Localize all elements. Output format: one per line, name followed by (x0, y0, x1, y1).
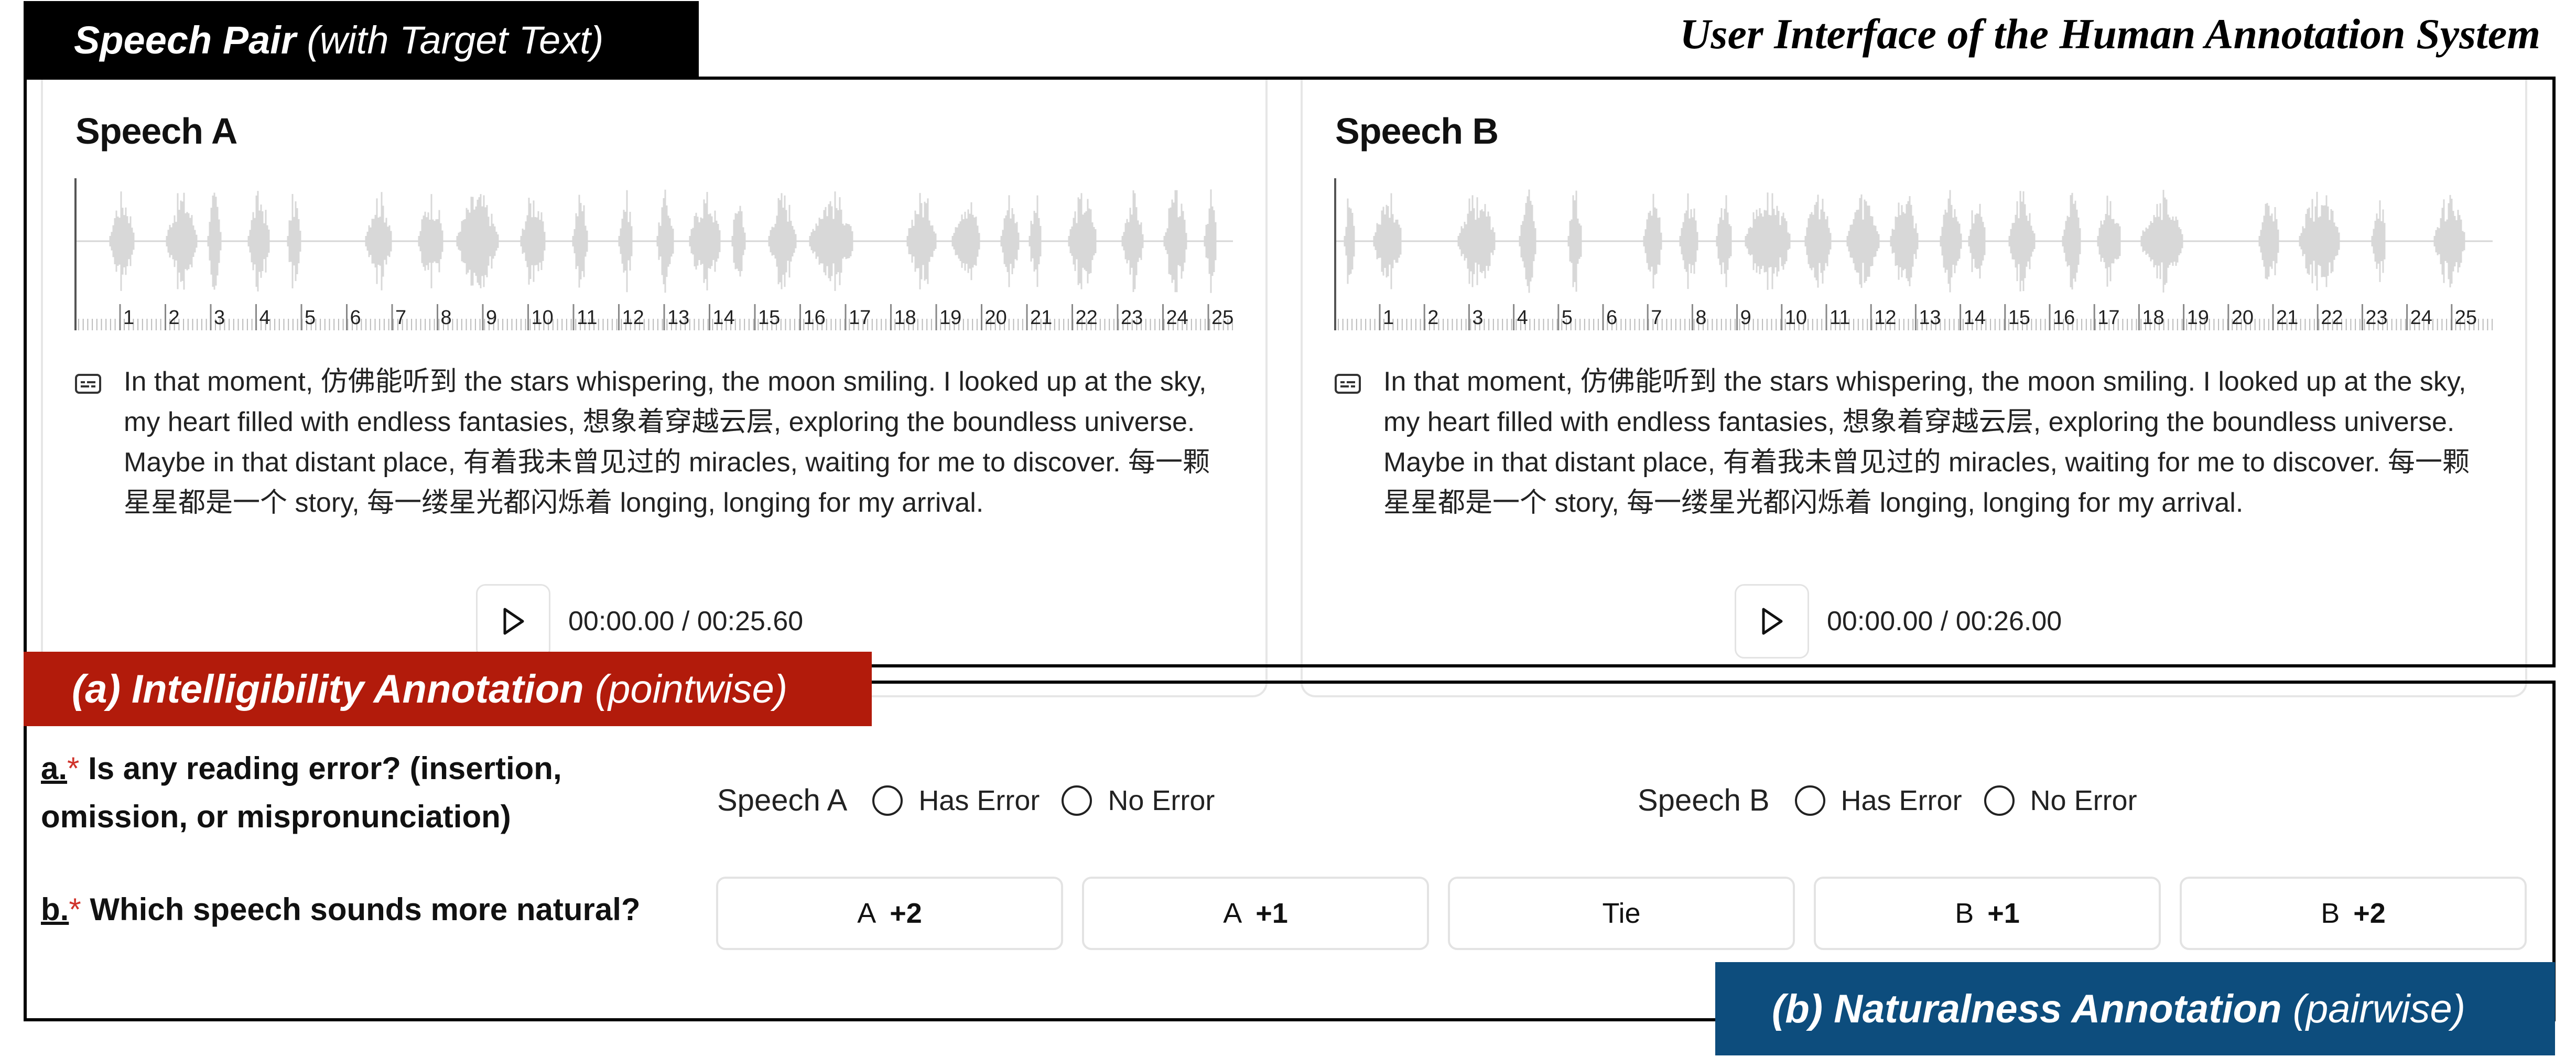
speech-pair-banner-bold: Speech Pair (74, 18, 296, 62)
choice-side: Tie (1602, 898, 1641, 929)
choice-score: +1 (1987, 898, 2020, 929)
speech-b-no-error-radio[interactable] (1984, 785, 2015, 816)
required-asterisk: * (69, 892, 81, 927)
speech-b-has-error-label[interactable]: Has Error (1841, 784, 1962, 817)
speech-b-label: Speech B (1638, 783, 1770, 817)
choice-a-plus-1-button[interactable]: A +1 (1082, 877, 1429, 950)
naturalness-banner-bold: (b) Naturalness Annotation (1772, 986, 2282, 1031)
question-a-line2: omission, or mispronunciation) (41, 799, 511, 834)
question-a-line1: Is any reading error? (insertion, (88, 751, 562, 786)
speech-b-no-error-label[interactable]: No Error (2030, 784, 2137, 817)
speech-a-has-error-radio[interactable] (872, 785, 903, 816)
speech-pair-frame (24, 77, 2556, 667)
choice-side: A (1223, 898, 1242, 929)
choice-score: +2 (2353, 898, 2386, 929)
speech-pair-banner-light: (with Target Text) (307, 18, 604, 62)
choice-score: +1 (1255, 898, 1288, 929)
speech-a-has-error-label[interactable]: Has Error (918, 784, 1040, 817)
speech-a-label: Speech A (717, 783, 848, 817)
choice-side: A (857, 898, 876, 929)
question-a: a.* Is any reading error? (insertion, om… (41, 745, 562, 841)
speech-a-no-error-label[interactable]: No Error (1108, 784, 1215, 817)
intelligibility-banner: (a) Intelligibility Annotation (pointwis… (24, 652, 872, 726)
speech-pair-banner: Speech Pair (with Target Text) (24, 1, 699, 79)
choice-score: +2 (890, 898, 922, 929)
choice-b-plus-2-button[interactable]: B +2 (2180, 877, 2527, 950)
question-b-mark: b. (41, 892, 69, 927)
question-a-mark: a. (41, 751, 68, 786)
speech-b-error-radios: Speech B Has Error No Error (1638, 783, 2159, 818)
choice-a-plus-2-button[interactable]: A +2 (716, 877, 1063, 950)
speech-a-no-error-radio[interactable] (1062, 785, 1092, 816)
naturalness-banner-light: (pairwise) (2292, 986, 2466, 1031)
naturalness-banner: (b) Naturalness Annotation (pairwise) (1715, 962, 2555, 1055)
choice-tie-button[interactable]: Tie (1448, 877, 1795, 950)
choice-side: B (1955, 898, 1974, 929)
speech-b-has-error-radio[interactable] (1794, 785, 1825, 816)
question-b-text: Which speech sounds more natural? (90, 892, 641, 927)
speech-a-error-radios: Speech A Has Error No Error (717, 783, 1237, 818)
intelligibility-banner-light: (pointwise) (594, 666, 788, 711)
intelligibility-banner-bold: (a) Intelligibility Annotation (72, 666, 584, 711)
choice-b-plus-1-button[interactable]: B +1 (1814, 877, 2161, 950)
choice-side: B (2321, 898, 2340, 929)
page-title: User Interface of the Human Annotation S… (1680, 10, 2540, 58)
required-asterisk: * (67, 751, 80, 786)
question-b: b.* Which speech sounds more natural? (41, 886, 641, 933)
